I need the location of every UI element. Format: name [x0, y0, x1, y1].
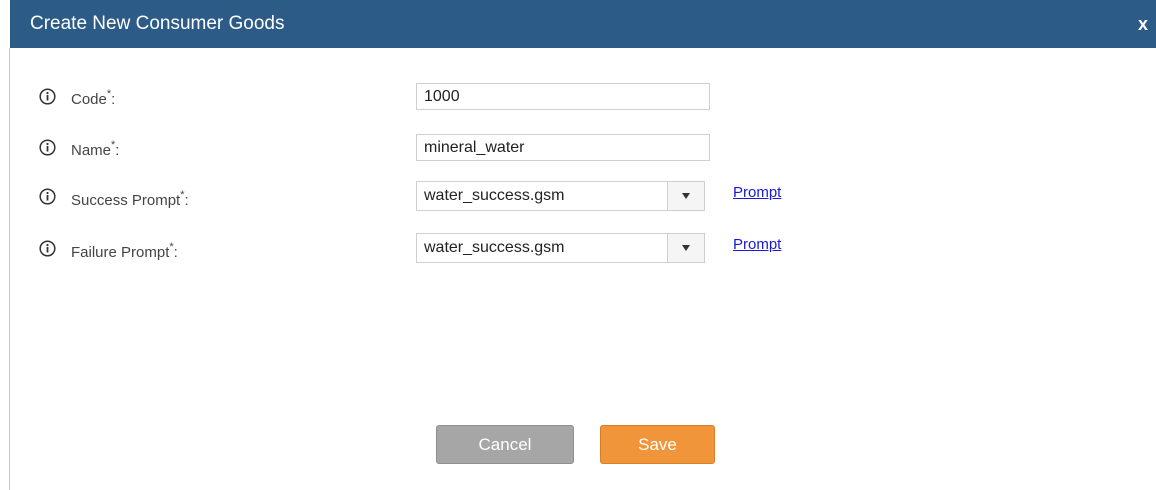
name-label: Name*:: [71, 139, 120, 159]
save-button[interactable]: Save: [600, 425, 715, 464]
code-row: Code*:: [0, 82, 1156, 112]
success-prompt-row: Success Prompt*: water_success.gsm Promp…: [0, 180, 1156, 211]
name-row: Name*:: [0, 133, 1156, 163]
success-prompt-link[interactable]: Prompt: [733, 184, 781, 201]
success-prompt-select[interactable]: water_success.gsm: [416, 181, 705, 211]
required-mark: *: [106, 88, 112, 100]
required-mark: *: [169, 241, 174, 253]
create-consumer-goods-dialog: Create New Consumer Goods x Code*: Name*…: [0, 0, 1156, 490]
code-input[interactable]: [416, 83, 710, 110]
failure-prompt-label: Failure Prompt*:: [71, 241, 178, 261]
failure-prompt-link[interactable]: Prompt: [733, 236, 781, 253]
failure-prompt-selected-value: water_success.gsm: [424, 239, 565, 256]
code-label: Code*:: [71, 88, 116, 108]
required-mark: *: [180, 189, 185, 201]
close-button[interactable]: x: [1138, 14, 1148, 34]
dialog-titlebar: Create New Consumer Goods x: [10, 0, 1156, 48]
failure-prompt-select[interactable]: water_success.gsm: [416, 233, 705, 263]
info-icon[interactable]: [39, 139, 56, 156]
dropdown-arrow-icon[interactable]: [667, 182, 704, 210]
dialog-left-border: [9, 48, 10, 490]
info-icon[interactable]: [39, 240, 56, 257]
dialog-title: Create New Consumer Goods: [30, 13, 285, 34]
success-prompt-label: Success Prompt*:: [71, 189, 189, 209]
name-input[interactable]: [416, 134, 710, 161]
required-mark: *: [111, 139, 116, 151]
dropdown-arrow-icon[interactable]: [667, 234, 704, 262]
failure-prompt-row: Failure Prompt*: water_success.gsm Promp…: [0, 232, 1156, 263]
cancel-button[interactable]: Cancel: [436, 425, 574, 464]
success-prompt-selected-value: water_success.gsm: [424, 187, 565, 204]
info-icon[interactable]: [39, 88, 56, 105]
info-icon[interactable]: [39, 188, 56, 205]
